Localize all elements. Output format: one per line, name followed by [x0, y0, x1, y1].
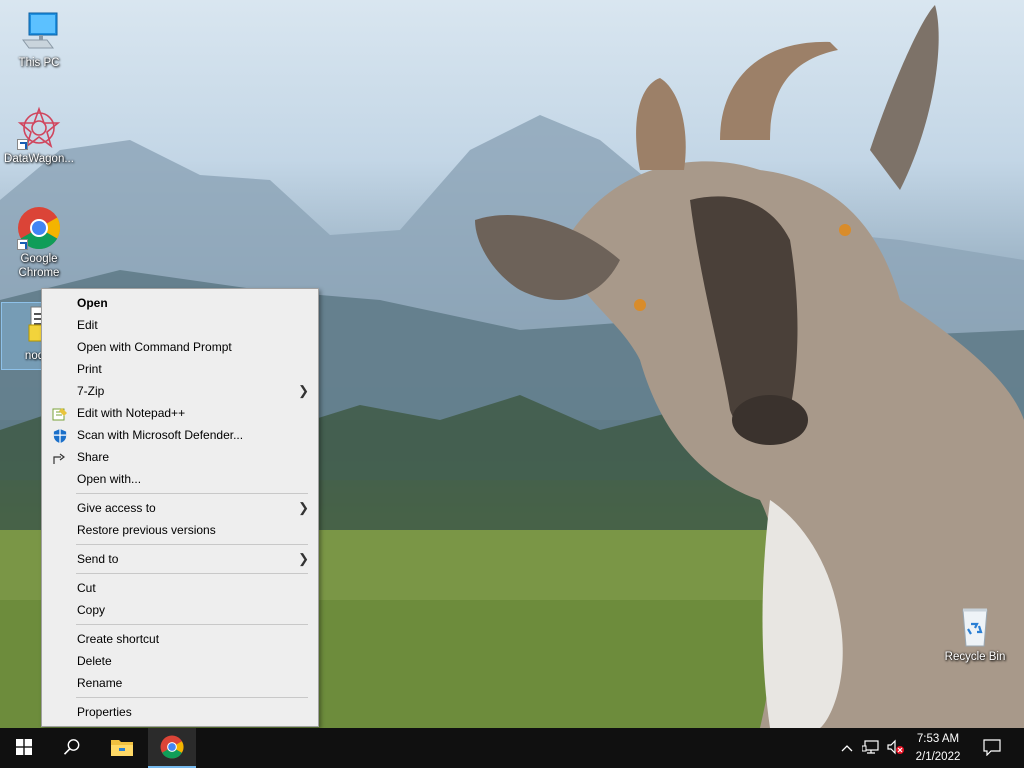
menu-item-rename[interactable]: Rename	[42, 672, 318, 694]
show-hidden-icons-button[interactable]	[838, 728, 856, 768]
chrome-icon	[160, 735, 184, 762]
search-icon	[63, 738, 81, 759]
file-context-menu: Open Edit Open with Command Prompt Print…	[41, 288, 319, 727]
menu-separator	[76, 697, 308, 698]
shield-icon	[52, 428, 68, 443]
menu-item-create-shortcut[interactable]: Create shortcut	[42, 628, 318, 650]
menu-item-edit-with-notepad[interactable]: Edit with Notepad++	[42, 402, 318, 424]
menu-item-label: Delete	[77, 654, 112, 668]
menu-item-label: Scan with Microsoft Defender...	[77, 428, 244, 442]
windows-start-icon	[16, 738, 32, 758]
menu-item-copy[interactable]: Copy	[42, 599, 318, 621]
taskbar: 7:53 AM 2/1/2022	[0, 728, 1024, 768]
taskbar-clock[interactable]: 7:53 AM 2/1/2022	[906, 730, 970, 766]
notification-icon	[983, 738, 1001, 759]
menu-item-label: Create shortcut	[77, 632, 160, 646]
file-explorer-icon	[110, 737, 134, 760]
datawagon-icon	[17, 106, 61, 150]
desktop-icon-datawagon[interactable]: DataWagon...	[1, 106, 77, 166]
chevron-right-icon: ❯	[298, 500, 309, 515]
desktop-icon-google-chrome[interactable]: Google Chrome	[1, 206, 77, 280]
menu-item-scan-with-defender[interactable]: Scan with Microsoft Defender...	[42, 424, 318, 446]
search-button[interactable]	[48, 728, 96, 768]
network-tray-button[interactable]	[860, 728, 882, 768]
menu-item-label: Open with Command Prompt	[77, 340, 232, 354]
menu-item-open-with[interactable]: Open with...	[42, 468, 318, 490]
desktop-icon-label: DataWagon...	[4, 153, 74, 165]
menu-item-delete[interactable]: Delete	[42, 650, 318, 672]
desktop-icon-recycle-bin[interactable]: Recycle Bin	[937, 604, 1013, 664]
desktop-icon-label: This PC	[18, 57, 60, 69]
menu-item-open[interactable]: Open	[42, 292, 318, 314]
menu-item-print[interactable]: Print	[42, 358, 318, 380]
clock-date: 2/1/2022	[915, 751, 961, 763]
menu-separator	[76, 573, 308, 574]
recycle-bin-icon	[953, 604, 997, 648]
volume-tray-button[interactable]	[884, 728, 906, 768]
desktop-icon-label: Google Chrome	[18, 253, 60, 279]
menu-item-give-access-to[interactable]: Give access to ❯	[42, 497, 318, 519]
menu-separator	[76, 493, 308, 494]
share-icon	[52, 450, 68, 464]
this-pc-icon	[17, 10, 61, 54]
menu-item-label: Copy	[77, 603, 106, 617]
menu-item-edit[interactable]: Edit	[42, 314, 318, 336]
network-icon	[861, 739, 880, 758]
notepad-plus-plus-icon	[52, 406, 68, 421]
menu-separator	[76, 544, 308, 545]
file-explorer-button[interactable]	[98, 728, 146, 768]
menu-item-label: 7-Zip	[77, 384, 105, 398]
menu-item-label: Share	[77, 450, 110, 464]
action-center-button[interactable]	[974, 728, 1010, 768]
shortcut-arrow-icon	[17, 139, 28, 150]
menu-item-label: Edit with Notepad++	[77, 406, 186, 420]
menu-item-label: Rename	[77, 676, 123, 690]
menu-item-cut[interactable]: Cut	[42, 577, 318, 599]
menu-item-share[interactable]: Share	[42, 446, 318, 468]
chevron-right-icon: ❯	[298, 551, 309, 566]
volume-muted-icon	[886, 739, 904, 758]
menu-item-label: Edit	[77, 318, 98, 332]
chevron-right-icon: ❯	[298, 383, 309, 398]
menu-item-open-with-command-prompt[interactable]: Open with Command Prompt	[42, 336, 318, 358]
shortcut-arrow-icon	[17, 239, 28, 250]
chrome-taskbar-button[interactable]	[148, 728, 196, 768]
menu-item-label: Properties	[77, 705, 132, 719]
menu-item-label: Cut	[77, 581, 96, 595]
menu-item-label: Give access to	[77, 501, 156, 515]
desktop-icon-this-pc[interactable]: This PC	[1, 10, 77, 70]
menu-item-label: Open with...	[77, 472, 142, 486]
menu-item-7zip[interactable]: 7-Zip ❯	[42, 380, 318, 402]
clock-time: 7:53 AM	[916, 733, 960, 745]
menu-item-label: Open	[77, 296, 108, 310]
menu-separator	[76, 624, 308, 625]
desktop-icon-label: Recycle Bin	[944, 651, 1006, 663]
menu-item-label: Restore previous versions	[77, 523, 216, 537]
menu-item-label: Print	[77, 362, 102, 376]
menu-item-label: Send to	[77, 552, 119, 566]
menu-item-properties[interactable]: Properties	[42, 701, 318, 723]
chevron-up-icon	[841, 741, 853, 755]
menu-item-send-to[interactable]: Send to ❯	[42, 548, 318, 570]
start-button[interactable]	[0, 728, 48, 768]
chrome-icon	[17, 206, 61, 250]
menu-item-restore-previous-versions[interactable]: Restore previous versions	[42, 519, 318, 541]
